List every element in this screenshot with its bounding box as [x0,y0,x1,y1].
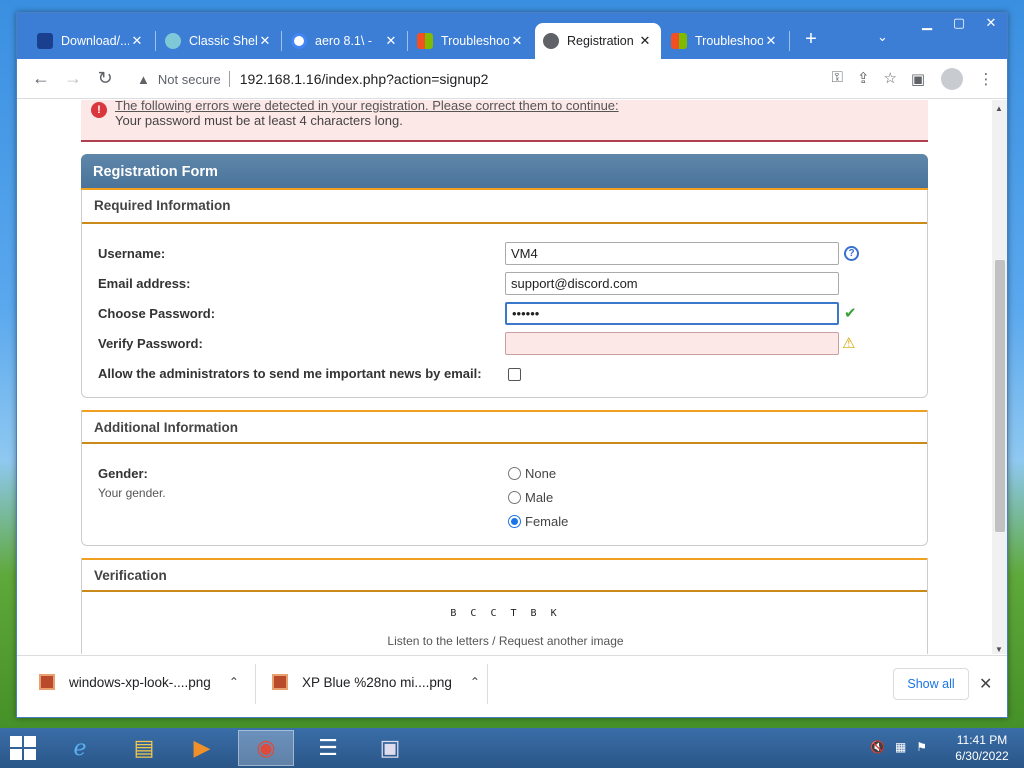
profile-avatar[interactable] [941,68,963,90]
windows-icon [671,33,687,49]
internet-explorer-icon[interactable]: ℯ [52,730,108,766]
help-icon[interactable]: ? [844,246,859,261]
tab-strip: ▁ ▢ ✕ Download/... ✕ Classic Shel ✕ aero… [17,13,1007,59]
tab-close-icon[interactable]: ✕ [257,33,273,49]
news-opt-in-label: Allow the administrators to send me impo… [98,366,482,381]
downloads-bar: windows-xp-look-....png ⌃ XP Blue %28no … [17,655,1007,717]
gender-description: Your gender. [98,486,166,500]
tab-classic-shell[interactable]: Classic Shel ✕ [157,23,281,59]
system-tray: 🔇 ▦ ⚑ [870,740,927,754]
maximize-icon[interactable]: ▢ [943,13,975,33]
error-message: Your password must be at least 4 charact… [115,113,403,128]
url-text[interactable]: 192.168.1.16/index.php?action=signup2 [240,71,489,87]
required-info-section: Required Information Username: ? Email a… [81,190,928,398]
tab-close-icon[interactable]: ✕ [763,33,779,49]
list-app-icon[interactable]: ☰ [300,730,356,766]
tab-close-icon[interactable]: ✕ [509,33,525,49]
chevron-up-icon[interactable]: ⌃ [229,675,239,689]
clock[interactable]: 11:41 PM 6/30/2022 [950,732,1014,764]
password-label: Choose Password: [98,306,216,321]
reload-icon[interactable]: ↻ [89,63,121,95]
captcha-links[interactable]: Listen to the letters / Request another … [82,634,929,648]
close-icon[interactable]: ✕ [975,13,1007,33]
window-app-icon[interactable]: ▣ [362,730,418,766]
news-opt-in-checkbox[interactable] [508,368,521,381]
download-item[interactable]: XP Blue %28no mi....png ⌃ [272,674,480,690]
additional-info-section: Additional Information Gender: Your gend… [81,410,928,546]
tab-close-icon[interactable]: ✕ [129,33,145,49]
gender-female-radio[interactable]: Female [508,514,568,529]
warning-triangle-icon: ⚠ [842,335,856,352]
tab-troubleshoot-2[interactable]: Troubleshoo ✕ [663,23,787,59]
gender-male-radio[interactable]: Male [508,490,553,505]
window-controls: ▁ ▢ ✕ [911,13,1007,35]
globe-icon [543,33,559,49]
menu-kebab-icon[interactable]: ⋮ [973,65,999,93]
share-icon[interactable]: ⇪ [857,69,870,87]
download-item[interactable]: windows-xp-look-....png ⌃ [39,674,239,690]
tab-troubleshoot-1[interactable]: Troubleshoo ✕ [409,23,533,59]
scroll-thumb[interactable] [995,260,1005,532]
scroll-down-icon[interactable]: ▼ [995,645,1003,654]
email-label: Email address: [98,276,191,291]
download-site-icon [37,33,53,49]
form-title: Registration Form [81,154,928,190]
new-tab-icon[interactable]: + [799,28,823,51]
email-field[interactable] [505,272,839,295]
tab-google-search[interactable]: aero 8.1\ - ✕ [283,23,407,59]
back-arrow-icon[interactable]: ← [25,63,57,95]
windows-icon [417,33,433,49]
shell-icon [165,33,181,49]
windows-start-icon[interactable] [10,736,38,760]
section-heading: Verification [82,558,927,592]
tab-registration[interactable]: Registration ✕ [535,23,661,59]
warning-icon[interactable]: ▲ [137,72,150,87]
scroll-up-icon[interactable]: ▲ [995,104,1003,113]
show-all-button[interactable]: Show all [893,668,969,700]
network-icon[interactable]: ▦ [895,740,906,754]
action-center-icon[interactable]: ⚑ [916,740,927,754]
chrome-icon[interactable]: ◉ [238,730,294,766]
bookmark-star-icon[interactable]: ☆ [884,69,897,87]
image-file-icon [272,674,288,690]
browser-toolbar: ← → ↻ ▲ Not secure 192.168.1.16/index.ph… [17,59,1007,99]
password-field[interactable] [505,302,839,325]
tab-download[interactable]: Download/... ✕ [29,23,153,59]
address-bar[interactable]: ▲ Not secure 192.168.1.16/index.php?acti… [137,65,897,93]
chevron-down-icon[interactable]: ⌄ [877,29,888,45]
verification-section: Verification B C C T B K Listen to the l… [81,558,928,654]
gender-none-radio[interactable]: None [508,466,556,481]
captcha-image: B C C T B K [450,608,561,619]
verify-password-field[interactable] [505,332,839,355]
section-heading: Additional Information [82,410,927,444]
tab-close-icon[interactable]: ✕ [383,33,399,49]
page-scrollbar[interactable]: ▲ ▼ [992,100,1007,654]
browser-window: ▁ ▢ ✕ Download/... ✕ Classic Shel ✕ aero… [16,12,1008,718]
media-player-icon[interactable]: ▶ [174,730,230,766]
chevron-up-icon[interactable]: ⌃ [470,675,480,689]
page-viewport: ! The following errors were detected in … [17,100,992,654]
verify-password-label: Verify Password: [98,336,203,351]
section-heading: Required Information [82,190,927,224]
close-icon[interactable]: ✕ [979,674,992,694]
username-label: Username: [98,246,166,261]
taskbar: ℯ ▤ ▶ ◉ ☰ ▣ 🔇 ▦ ⚑ 11:41 PM 6/30/2022 [0,728,1024,768]
google-icon [291,33,307,49]
image-file-icon [39,674,55,690]
file-explorer-icon[interactable]: ▤ [116,730,172,766]
error-icon: ! [91,102,107,118]
minimize-icon[interactable]: ▁ [911,13,943,33]
gender-label: Gender: [98,466,148,481]
forward-arrow-icon[interactable]: → [57,63,89,95]
checkmark-icon: ✔ [844,305,857,322]
username-input[interactable] [505,242,839,265]
tab-close-icon[interactable]: ✕ [637,33,653,49]
side-panel-icon[interactable]: ▣ [905,65,931,93]
error-box: ! The following errors were detected in … [81,100,928,142]
volume-muted-icon[interactable]: 🔇 [870,740,885,754]
key-icon[interactable]: ⚿ [832,69,843,87]
